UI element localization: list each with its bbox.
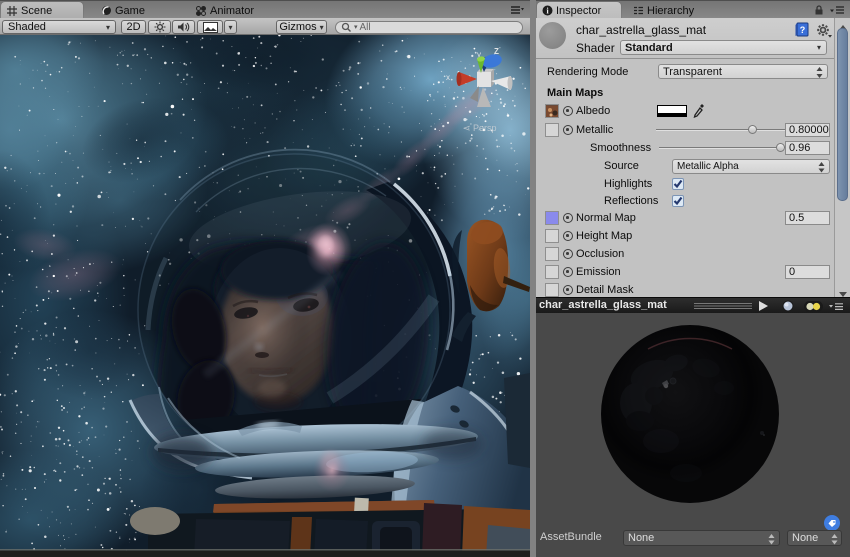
svg-text:?: ? (800, 25, 806, 35)
svg-text:x: x (446, 73, 450, 82)
svg-text:⋖ Persp: ⋖ Persp (463, 123, 497, 133)
